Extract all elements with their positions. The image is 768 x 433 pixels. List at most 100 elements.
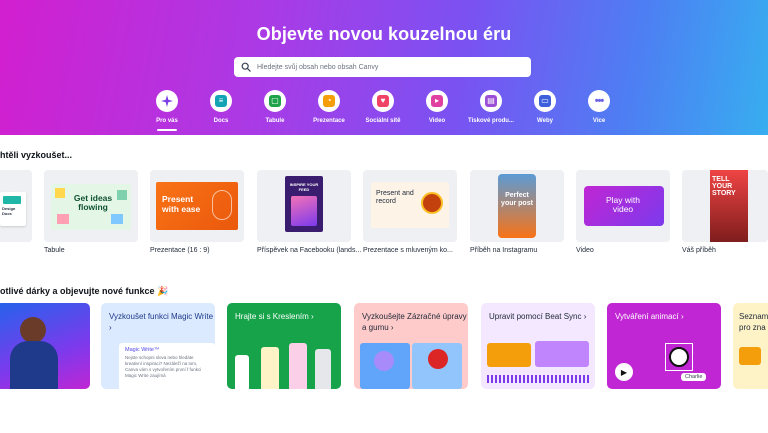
nav-label: Více xyxy=(592,118,606,124)
nav-item-pro-vas[interactable]: Pro vás xyxy=(140,90,194,131)
nav-item-tabule[interactable]: ▢ Tabule xyxy=(248,90,302,124)
nav-label: Prezentace xyxy=(313,118,345,124)
section-title-try: htěli vyzkoušet... xyxy=(0,150,73,160)
nav-icon-circle: ▤ xyxy=(480,90,502,112)
sparkle-icon xyxy=(161,95,173,107)
nav-icon-circle: ◔ xyxy=(318,90,340,112)
whiteboard-icon: ▢ xyxy=(269,95,281,107)
nav-active-indicator xyxy=(157,129,177,131)
heart-icon: ♥ xyxy=(377,95,389,107)
template-card-label: Příspěvek na Facebooku (lands... xyxy=(257,247,362,254)
feature-card-label: Upravit pomocí Beat Sync › xyxy=(489,312,587,321)
recorded-presentation-thumbnail-text: Present and record xyxy=(376,190,414,205)
template-card-label: Video xyxy=(576,247,594,254)
print-icon: ▤ xyxy=(485,95,497,107)
canva-home-page: Objevte novou kouzelnou éru Hledejte svů… xyxy=(0,0,768,433)
search-input[interactable]: Hledejte svůj obsah nebo obsah Canvy xyxy=(234,57,531,77)
feature-card-list[interactable]: Seznam pro zna xyxy=(733,303,768,389)
feature-card-beat-sync[interactable]: Upravit pomocí Beat Sync › xyxy=(481,303,595,389)
animation-tag: Charlie xyxy=(681,373,707,381)
feature-card-label: Vytváření animací › xyxy=(615,312,684,321)
template-card-recorded-presentation[interactable]: Present and record xyxy=(363,170,457,242)
feature-card-animation[interactable]: Vytváření animací › ▶ Charlie xyxy=(607,303,721,389)
facebook-post-thumbnail: INSPIRE YOUR FEED xyxy=(285,176,323,232)
feature-card-label: Seznam pro zna xyxy=(739,312,768,332)
nav-label: Docs xyxy=(213,118,229,124)
magic-write-title: Magic Write™ xyxy=(125,347,160,353)
person-head xyxy=(20,317,46,343)
template-card-label: Váš příběh xyxy=(682,247,716,254)
nav-label: Weby xyxy=(537,118,553,124)
docs-icon: ≡ xyxy=(215,95,227,107)
nav-icon-circle: ≡ xyxy=(210,90,232,112)
nav-icon-circle: ••• xyxy=(588,90,610,112)
category-nav: Pro vás ≡ Docs ▢ Tabule ◔ Prezentace ♥ S… xyxy=(140,90,626,131)
your-story-thumbnail: TELL YOUR STORY xyxy=(710,170,748,242)
template-card-video[interactable]: Play with video xyxy=(576,170,670,242)
magic-write-text: Nejste schopni slova nebo hledáte kreati… xyxy=(125,355,202,378)
video-thumbnail-text: Play with video xyxy=(605,195,640,214)
recorded-presentation-thumbnail: Present and record xyxy=(371,182,449,228)
magic-write-panel: Magic Write™ Nejste schopni slova nebo h… xyxy=(119,343,215,389)
video-thumbnail: Play with video xyxy=(584,186,664,226)
whiteboard-thumbnail: Get ideas flowing xyxy=(51,184,131,230)
nav-item-prezentace[interactable]: ◔ Prezentace xyxy=(302,90,356,124)
nav-item-video[interactable]: ▸ Video xyxy=(410,90,464,124)
presentation-thumbnail-text: Present with ease xyxy=(162,194,201,214)
facebook-post-thumbnail-text: INSPIRE YOUR FEED xyxy=(289,182,319,192)
feature-card-label: Hrajte si s Kreslením › xyxy=(235,312,314,321)
more-icon: ••• xyxy=(594,95,605,107)
template-card-label: Prezentace s mluveným ko... xyxy=(363,247,453,254)
presentation-icon: ◔ xyxy=(323,95,335,107)
hero-banner: Objevte novou kouzelnou éru Hledejte svů… xyxy=(0,0,768,135)
feature-card-label: Vyzkoušejte Zázračné úpravy a gumu › xyxy=(362,312,467,332)
search-placeholder: Hledejte svůj obsah nebo obsah Canvy xyxy=(257,63,379,71)
soccer-ball xyxy=(669,347,689,367)
whiteboard-thumbnail-text: Get ideas flowing xyxy=(73,193,113,212)
search-icon xyxy=(241,62,251,72)
template-card-your-story[interactable]: TELL YOUR STORY xyxy=(682,170,768,242)
nav-label: Tabule xyxy=(265,118,285,124)
template-card-label: Prezentace (16 : 9) xyxy=(150,247,210,254)
section-title-gifts: otlivé dárky a objevujte nové funkce 🎉 xyxy=(0,286,168,297)
template-card-label: Příběh na Instagramu xyxy=(470,247,538,254)
docs-thumbnail-text: Design Docs xyxy=(2,206,16,216)
nav-icon-circle: ▭ xyxy=(534,90,556,112)
nav-item-docs[interactable]: ≡ Docs xyxy=(194,90,248,124)
hero-title: Objevte novou kouzelnou éru xyxy=(256,24,512,44)
feature-card-photo[interactable] xyxy=(0,303,90,389)
feature-card-magic-edit[interactable]: Vyzkoušejte Zázračné úpravy a gumu › xyxy=(354,303,468,389)
person-body xyxy=(10,341,58,389)
nav-label: Pro vás xyxy=(156,118,178,124)
nav-item-socialni-site[interactable]: ♥ Sociální sítě xyxy=(356,90,410,124)
feature-card-label: Vyzkoušet funkci Magic Write › xyxy=(109,312,214,332)
template-card-tabule[interactable]: Get ideas flowing xyxy=(44,170,138,242)
template-card-docs[interactable]: Design Docs xyxy=(0,170,32,242)
template-card-label: Tabule xyxy=(44,247,65,254)
nav-item-tiskove-produkty[interactable]: ▤ Tiskové produ... xyxy=(464,90,518,124)
play-icon[interactable]: ▶ xyxy=(615,363,633,381)
nav-item-weby[interactable]: ▭ Weby xyxy=(518,90,572,124)
docs-thumbnail: Design Docs xyxy=(0,192,26,226)
presentation-thumbnail: Present with ease xyxy=(156,182,238,230)
feature-card-magic-write[interactable]: Vyzkoušet funkci Magic Write › Magic Wri… xyxy=(101,303,215,389)
website-icon: ▭ xyxy=(539,95,551,107)
feature-card-drawing[interactable]: Hrajte si s Kreslením › xyxy=(227,303,341,389)
nav-label: Sociální sítě xyxy=(365,118,401,124)
template-card-instagram-story[interactable]: Perfect your post xyxy=(470,170,564,242)
instagram-story-thumbnail-text: Perfect your post xyxy=(501,192,533,207)
nav-label: Video xyxy=(428,118,446,124)
nav-icon-circle: ♥ xyxy=(372,90,394,112)
nav-item-vice[interactable]: ••• Více xyxy=(572,90,626,124)
instagram-story-thumbnail: Perfect your post xyxy=(498,174,536,238)
section-title-text: otlivé dárky a objevujte nové funkce xyxy=(0,286,155,296)
template-card-prezentace[interactable]: Present with ease xyxy=(150,170,244,242)
your-story-thumbnail-text: TELL YOUR STORY xyxy=(712,176,736,197)
nav-icon-circle: ▢ xyxy=(264,90,286,112)
nav-icon-circle: ▸ xyxy=(426,90,448,112)
nav-label: Tiskové produ... xyxy=(468,118,514,124)
party-icon: 🎉 xyxy=(157,286,169,296)
nav-icon-circle xyxy=(156,90,178,112)
template-card-facebook-post[interactable]: INSPIRE YOUR FEED xyxy=(257,170,351,242)
video-icon: ▸ xyxy=(431,95,443,107)
